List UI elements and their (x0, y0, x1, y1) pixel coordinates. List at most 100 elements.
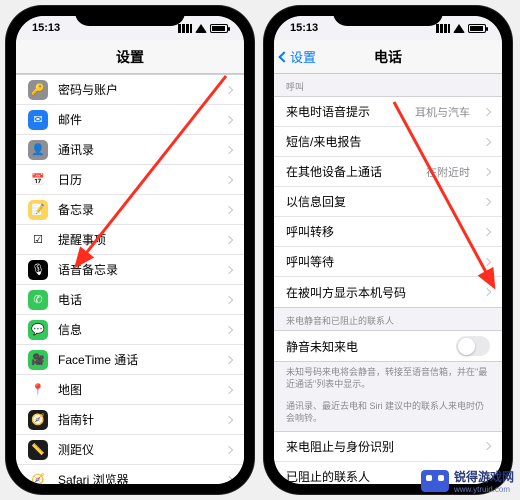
chevron-right-icon (225, 295, 233, 303)
status-time: 15:13 (290, 22, 318, 34)
row-label: 在其他设备上通话 (286, 163, 416, 180)
chevron-right-icon (225, 385, 233, 393)
row-label: 邮件 (58, 111, 216, 128)
voicememo-icon: 🎙 (28, 260, 48, 280)
row-label: 密码与账户 (58, 81, 216, 98)
settings-row-measure[interactable]: 📏测距仪 (16, 435, 244, 465)
chevron-right-icon (483, 167, 491, 175)
chevron-right-icon (225, 445, 233, 453)
wifi-icon (453, 24, 465, 33)
chevron-right-icon (483, 137, 491, 145)
facetime-icon: 🎥 (28, 350, 48, 370)
row-detail: 在附近时 (426, 164, 470, 180)
settings-row-voicememos[interactable]: 🎙 语音备忘录 (16, 255, 244, 285)
notch (333, 6, 443, 26)
notes-icon: 📝 (28, 200, 48, 220)
back-button[interactable]: 设置 (280, 47, 316, 66)
settings-row[interactable]: 来电时语音提示耳机与汽车 (274, 97, 502, 127)
settings-row-mail[interactable]: ✉ 邮件 (16, 105, 244, 135)
nav-bar: 设置 电话 (274, 40, 502, 74)
section-header-call: 呼叫 (274, 74, 502, 96)
row-detail: 耳机与汽车 (415, 104, 470, 120)
phone-icon: ✆ (28, 290, 48, 310)
screen-right: 15:13 设置 电话 呼叫 来电时语音提示耳机与汽车短信/来电报告在其他设备上… (274, 16, 502, 484)
settings-row-compass[interactable]: 🧭 指南针 (16, 405, 244, 435)
watermark-url: www.ytruid.com (454, 485, 514, 494)
status-time: 15:13 (32, 22, 60, 34)
section-footer: 未知号码来电将会静音，转接至语音信箱，并在"最近通话"列表中显示。 (274, 362, 502, 396)
row-label: 以信息回复 (286, 193, 474, 210)
wifi-icon (195, 24, 207, 33)
row-label: 来电阻止与身份识别 (286, 438, 474, 455)
settings-row-maps[interactable]: 📍地图 (16, 375, 244, 405)
settings-row-contacts[interactable]: 👤 通讯录 (16, 135, 244, 165)
reminders-icon: ☑ (28, 230, 48, 250)
phone-settings-list[interactable]: 呼叫 来电时语音提示耳机与汽车短信/来电报告在其他设备上通话在附近时以信息回复呼… (274, 74, 502, 484)
settings-row[interactable]: 来电阻止与身份识别 (274, 432, 502, 462)
row-label: 地图 (58, 381, 216, 398)
row-label: 在被叫方显示本机号码 (286, 284, 474, 301)
chevron-right-icon (483, 442, 491, 450)
settings-row-calendar[interactable]: 📅 日历 (16, 165, 244, 195)
chevron-right-icon (225, 325, 233, 333)
chevron-right-icon (225, 145, 233, 153)
row-label: 指南针 (58, 411, 216, 428)
chevron-right-icon (483, 288, 491, 296)
chevron-right-icon (225, 115, 233, 123)
chevron-right-icon (225, 475, 233, 483)
chevron-right-icon (483, 107, 491, 115)
settings-row-phone[interactable]: ✆ 电话 (16, 285, 244, 315)
chevron-right-icon (483, 257, 491, 265)
settings-row[interactable]: 呼叫等待 (274, 247, 502, 277)
chevron-right-icon (225, 205, 233, 213)
settings-row[interactable]: 呼叫转移 (274, 217, 502, 247)
section-header-silence: 来电静音和已阻止的联系人 (274, 308, 502, 330)
key-icon: 🔑 (28, 80, 48, 100)
settings-row-facetime[interactable]: 🎥 FaceTime 通话 (16, 345, 244, 375)
phone-mockup-right: 15:13 设置 电话 呼叫 来电时语音提示耳机与汽车短信/来电报告在其他设备上… (264, 6, 512, 494)
settings-row-notes[interactable]: 📝备忘录 (16, 195, 244, 225)
row-label: 语音备忘录 (58, 261, 216, 278)
settings-row[interactable]: 以信息回复 (274, 187, 502, 217)
notch (75, 6, 185, 26)
settings-row-messages[interactable]: 💬 信息 (16, 315, 244, 345)
chevron-right-icon (225, 85, 233, 93)
signal-icon (178, 24, 192, 33)
settings-row[interactable]: 在被叫方显示本机号码 (274, 277, 502, 307)
compass-icon: 🧭 (28, 410, 48, 430)
settings-row-passwords[interactable]: 🔑 密码与账户 (16, 75, 244, 105)
measure-icon: 📏 (28, 440, 48, 460)
mail-icon: ✉ (28, 110, 48, 130)
row-label: FaceTime 通话 (58, 351, 216, 368)
row-silence-unknown[interactable]: 静音未知来电 (274, 331, 502, 361)
contacts-icon: 👤 (28, 140, 48, 160)
row-label: 呼叫等待 (286, 253, 474, 270)
screen-left: 15:13 设置 🔑 密码与账户 ✉ 邮件 👤 通讯录 📅 日历 📝备忘录 ☑ 提醒事项 🎙 语音备忘录… (16, 16, 244, 484)
row-label: 呼叫转移 (286, 223, 474, 240)
watermark-brand: 锐得游戏网 (454, 470, 514, 484)
settings-row[interactable]: 在其他设备上通话在附近时 (274, 157, 502, 187)
chevron-right-icon (225, 175, 233, 183)
row-label: 信息 (58, 321, 216, 338)
chevron-left-icon (278, 51, 289, 62)
toggle-silence-unknown[interactable] (456, 336, 490, 356)
phone-mockup-left: 15:13 设置 🔑 密码与账户 ✉ 邮件 👤 通讯录 📅 日历 📝备忘录 ☑ 提醒事项 🎙 语音备忘录… (6, 6, 254, 494)
calendar-icon: 📅 (28, 170, 48, 190)
signal-icon (436, 24, 450, 33)
row-label: 静音未知来电 (286, 338, 446, 355)
chevron-right-icon (225, 235, 233, 243)
row-label: Safari 浏览器 (58, 471, 216, 484)
row-label: 电话 (58, 291, 216, 308)
chevron-right-icon (225, 265, 233, 273)
row-label: 通讯录 (58, 141, 216, 158)
row-label: 提醒事项 (58, 231, 216, 248)
settings-list[interactable]: 🔑 密码与账户 ✉ 邮件 👤 通讯录 📅 日历 📝备忘录 ☑ 提醒事项 🎙 语音备忘录 ✆ 电话 💬 信息 🎥 Fa… (16, 74, 244, 484)
row-label: 日历 (58, 171, 216, 188)
settings-row-safari[interactable]: 🧭Safari 浏览器 (16, 465, 244, 484)
battery-icon (468, 24, 486, 33)
settings-row-reminders[interactable]: ☑ 提醒事项 (16, 225, 244, 255)
nav-bar: 设置 (16, 40, 244, 74)
row-label: 来电时语音提示 (286, 103, 405, 120)
settings-row[interactable]: 短信/来电报告 (274, 127, 502, 157)
messages-icon: 💬 (28, 320, 48, 340)
